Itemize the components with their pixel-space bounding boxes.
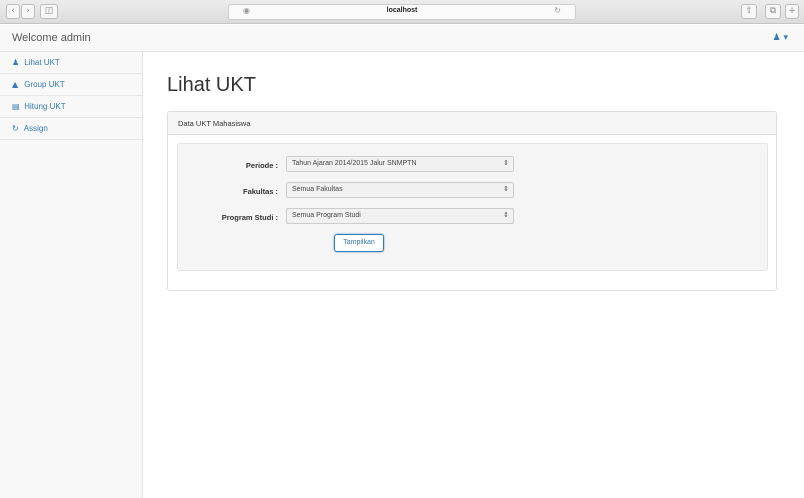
forward-icon[interactable]: ›	[21, 4, 35, 19]
sitemap-icon: ▲	[12, 80, 19, 89]
user-menu-button[interactable]: ♟ ▾	[773, 33, 788, 43]
periode-select[interactable]: Tahun Ajaran 2014/2015 Jalur SNMPTN ⇕	[286, 156, 514, 172]
fakultas-label: Fakultas :	[242, 187, 278, 196]
fakultas-select[interactable]: Semua Fakultas ⇕	[286, 182, 514, 198]
sidebar-item-lihat-ukt[interactable]: ♟ Lihat UKT	[0, 52, 142, 74]
select-arrows-icon: ⇕	[503, 159, 509, 167]
fakultas-value: Semua Fakultas	[292, 186, 343, 193]
prodi-select[interactable]: Semua Program Studi ⇕	[286, 208, 514, 224]
users-icon: ♟	[12, 58, 20, 67]
address-bar[interactable]: ◉ localhost ↻	[228, 4, 576, 20]
bar-chart-icon: ▤	[12, 102, 20, 111]
select-arrows-icon: ⇕	[503, 185, 509, 193]
sidebar-item-hitung-ukt[interactable]: ▤ Hitung UKT	[0, 96, 142, 118]
periode-label: Periode :	[245, 161, 278, 170]
prodi-value: Semua Program Studi	[292, 212, 361, 219]
back-icon[interactable]: ‹	[6, 4, 20, 19]
new-tab-icon[interactable]: +	[785, 4, 799, 19]
address-url: localhost	[386, 7, 418, 14]
sidebar-item-label: Lihat UKT	[24, 58, 60, 67]
refresh-icon: ↻	[12, 124, 19, 133]
tabs-icon[interactable]: ⧉	[765, 4, 781, 19]
share-icon[interactable]: ⇧	[741, 4, 757, 19]
select-arrows-icon: ⇕	[503, 211, 509, 219]
page-title: Lihat UKT	[167, 74, 256, 96]
user-icon: ♟	[772, 33, 781, 43]
caret-down-icon: ▾	[783, 33, 788, 43]
sidebar-item-assign[interactable]: ↻ Assign	[0, 118, 142, 140]
welcome-text: Welcome admin	[12, 32, 91, 44]
filter-form: Periode : Tahun Ajaran 2014/2015 Jalur S…	[177, 143, 768, 271]
sidebar-item-label: Hitung UKT	[24, 102, 66, 111]
sidebar-item-label: Assign	[23, 124, 48, 133]
browser-toolbar: ‹ › ◫ ◉ localhost ↻ ⇧ ⧉ +	[0, 0, 804, 24]
periode-value: Tahun Ajaran 2014/2015 Jalur SNMPTN	[292, 160, 417, 167]
app-header: Welcome admin ♟ ▾	[0, 25, 804, 52]
sidebar: ♟ Lihat UKT ▲ Group UKT ▤ Hitung UKT ↻ A…	[0, 52, 143, 498]
panel-title: Data UKT Mahasiswa	[168, 112, 776, 135]
sidebar-toggle-icon[interactable]: ◫	[40, 4, 58, 19]
prodi-label: Program Studi :	[221, 213, 278, 222]
sidebar-item-group-ukt[interactable]: ▲ Group UKT	[0, 74, 142, 96]
sidebar-item-label: Group UKT	[24, 80, 65, 89]
tampilkan-button[interactable]: Tampilkan	[334, 234, 384, 252]
data-panel: Data UKT Mahasiswa Periode : Tahun Ajara…	[167, 111, 777, 291]
reload-icon[interactable]: ↻	[554, 6, 561, 15]
